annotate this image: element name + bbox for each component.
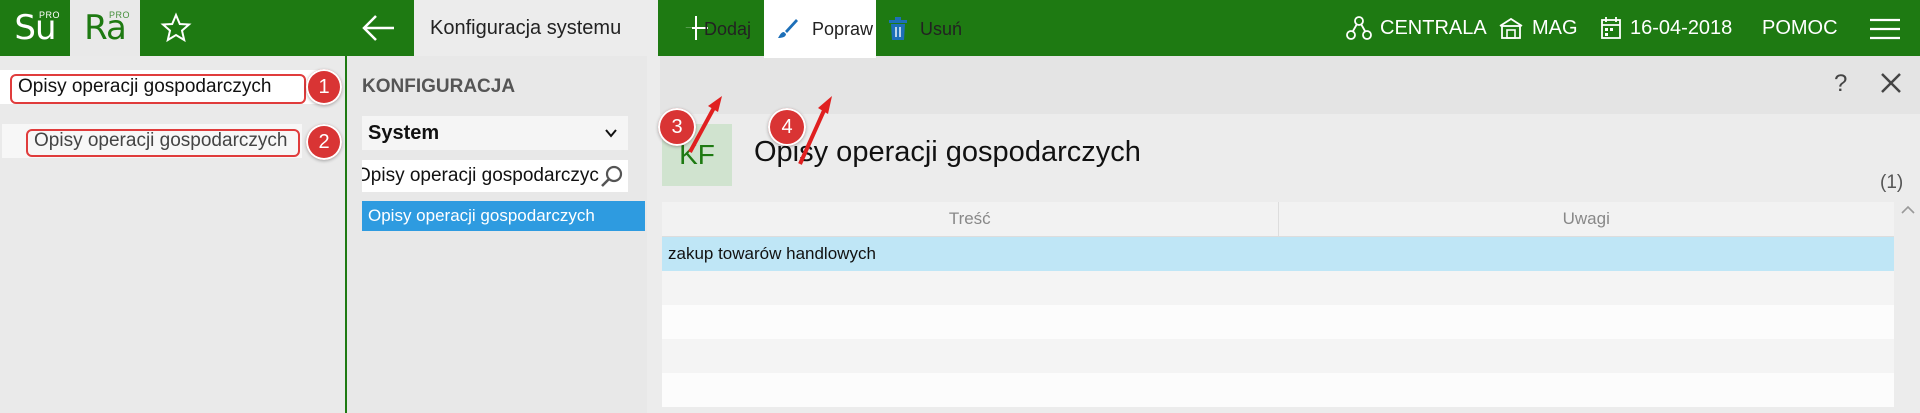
table-cell-tresc: zakup towarów handlowych [668, 244, 876, 263]
annotation-marker-4: 4 [768, 108, 806, 146]
annotation-marker-3: 3 [658, 108, 696, 146]
delete-button[interactable]: Usuń [888, 0, 988, 58]
app-ra-pro-label: PRO [108, 10, 130, 20]
plus-icon [676, 21, 692, 37]
config-search-value: Opisy operacji gospodarczych [362, 165, 610, 186]
table-row[interactable]: zakup towarów handlowych [662, 237, 1894, 271]
config-list-item-selected[interactable]: Opisy operacji gospodarczych [362, 201, 645, 231]
annotation-highlight-1 [10, 74, 306, 104]
scroll-up-icon[interactable] [1900, 204, 1916, 216]
config-list-item-label: Opisy operacji gospodarczych [368, 206, 595, 225]
add-label: Dodaj [704, 18, 752, 39]
module-select[interactable]: System [362, 116, 628, 150]
calendar-icon [1601, 17, 1621, 39]
org-structure-icon [1346, 16, 1372, 40]
star-icon[interactable] [160, 12, 192, 44]
config-panel [347, 56, 647, 413]
left-panel [0, 56, 346, 413]
back-arrow-icon[interactable] [360, 12, 396, 44]
column-header-uwagi[interactable]: Uwagi [1279, 202, 1895, 236]
module-select-value: System [368, 121, 440, 144]
annotation-marker-1: 1 [306, 69, 342, 105]
table-header: Treść Uwagi [662, 202, 1894, 237]
delete-label: Usuń [920, 18, 963, 39]
mag-button[interactable]: MAG [1498, 0, 1578, 56]
chevron-down-icon [605, 129, 617, 138]
app-su-pro-label: PRO [38, 10, 60, 20]
mag-label: MAG [1532, 16, 1578, 39]
table-row-empty [662, 305, 1894, 339]
data-table: Treść Uwagi zakup towarów handlowych [662, 202, 1894, 407]
table-row-empty [662, 339, 1894, 373]
date-button[interactable]: 16-04-2018 [1600, 0, 1732, 56]
table-row-empty [662, 373, 1894, 407]
help-menu-button[interactable]: POMOC [1762, 0, 1838, 56]
edit-button[interactable]: Popraw [764, 0, 876, 58]
config-heading: KONFIGURACJA [362, 76, 516, 97]
edit-label: Popraw [812, 18, 874, 39]
toolbar [660, 56, 1920, 114]
table-row-empty [662, 271, 1894, 305]
hamburger-menu-icon[interactable] [1870, 18, 1900, 40]
app-su-pro-button[interactable]: Su PRO [0, 0, 70, 56]
tab-konfiguracja-systemu[interactable]: Konfiguracja systemu [414, 0, 658, 56]
column-header-tresc[interactable]: Treść [662, 202, 1279, 236]
help-menu-label: POMOC [1762, 16, 1838, 39]
centrala-label: CENTRALA [1380, 16, 1487, 39]
annotation-marker-2: 2 [306, 124, 342, 160]
brush-icon [778, 19, 798, 38]
search-icon[interactable] [600, 164, 624, 188]
centrala-button[interactable]: CENTRALA [1346, 0, 1487, 56]
page-title: Opisy operacji gospodarczych [754, 136, 1141, 168]
annotation-highlight-2 [26, 129, 300, 157]
add-button[interactable]: Dodaj [662, 0, 774, 58]
close-icon[interactable] [1880, 72, 1902, 94]
help-button[interactable]: ? [1834, 70, 1847, 98]
trash-icon [889, 17, 907, 40]
app-ra-pro-button[interactable]: Ra PRO [70, 0, 140, 56]
date-label: 16-04-2018 [1630, 16, 1733, 39]
record-count: (1) [1880, 172, 1904, 193]
config-search-input[interactable]: Opisy operacji gospodarczych [362, 160, 628, 192]
warehouse-icon [1499, 17, 1523, 39]
